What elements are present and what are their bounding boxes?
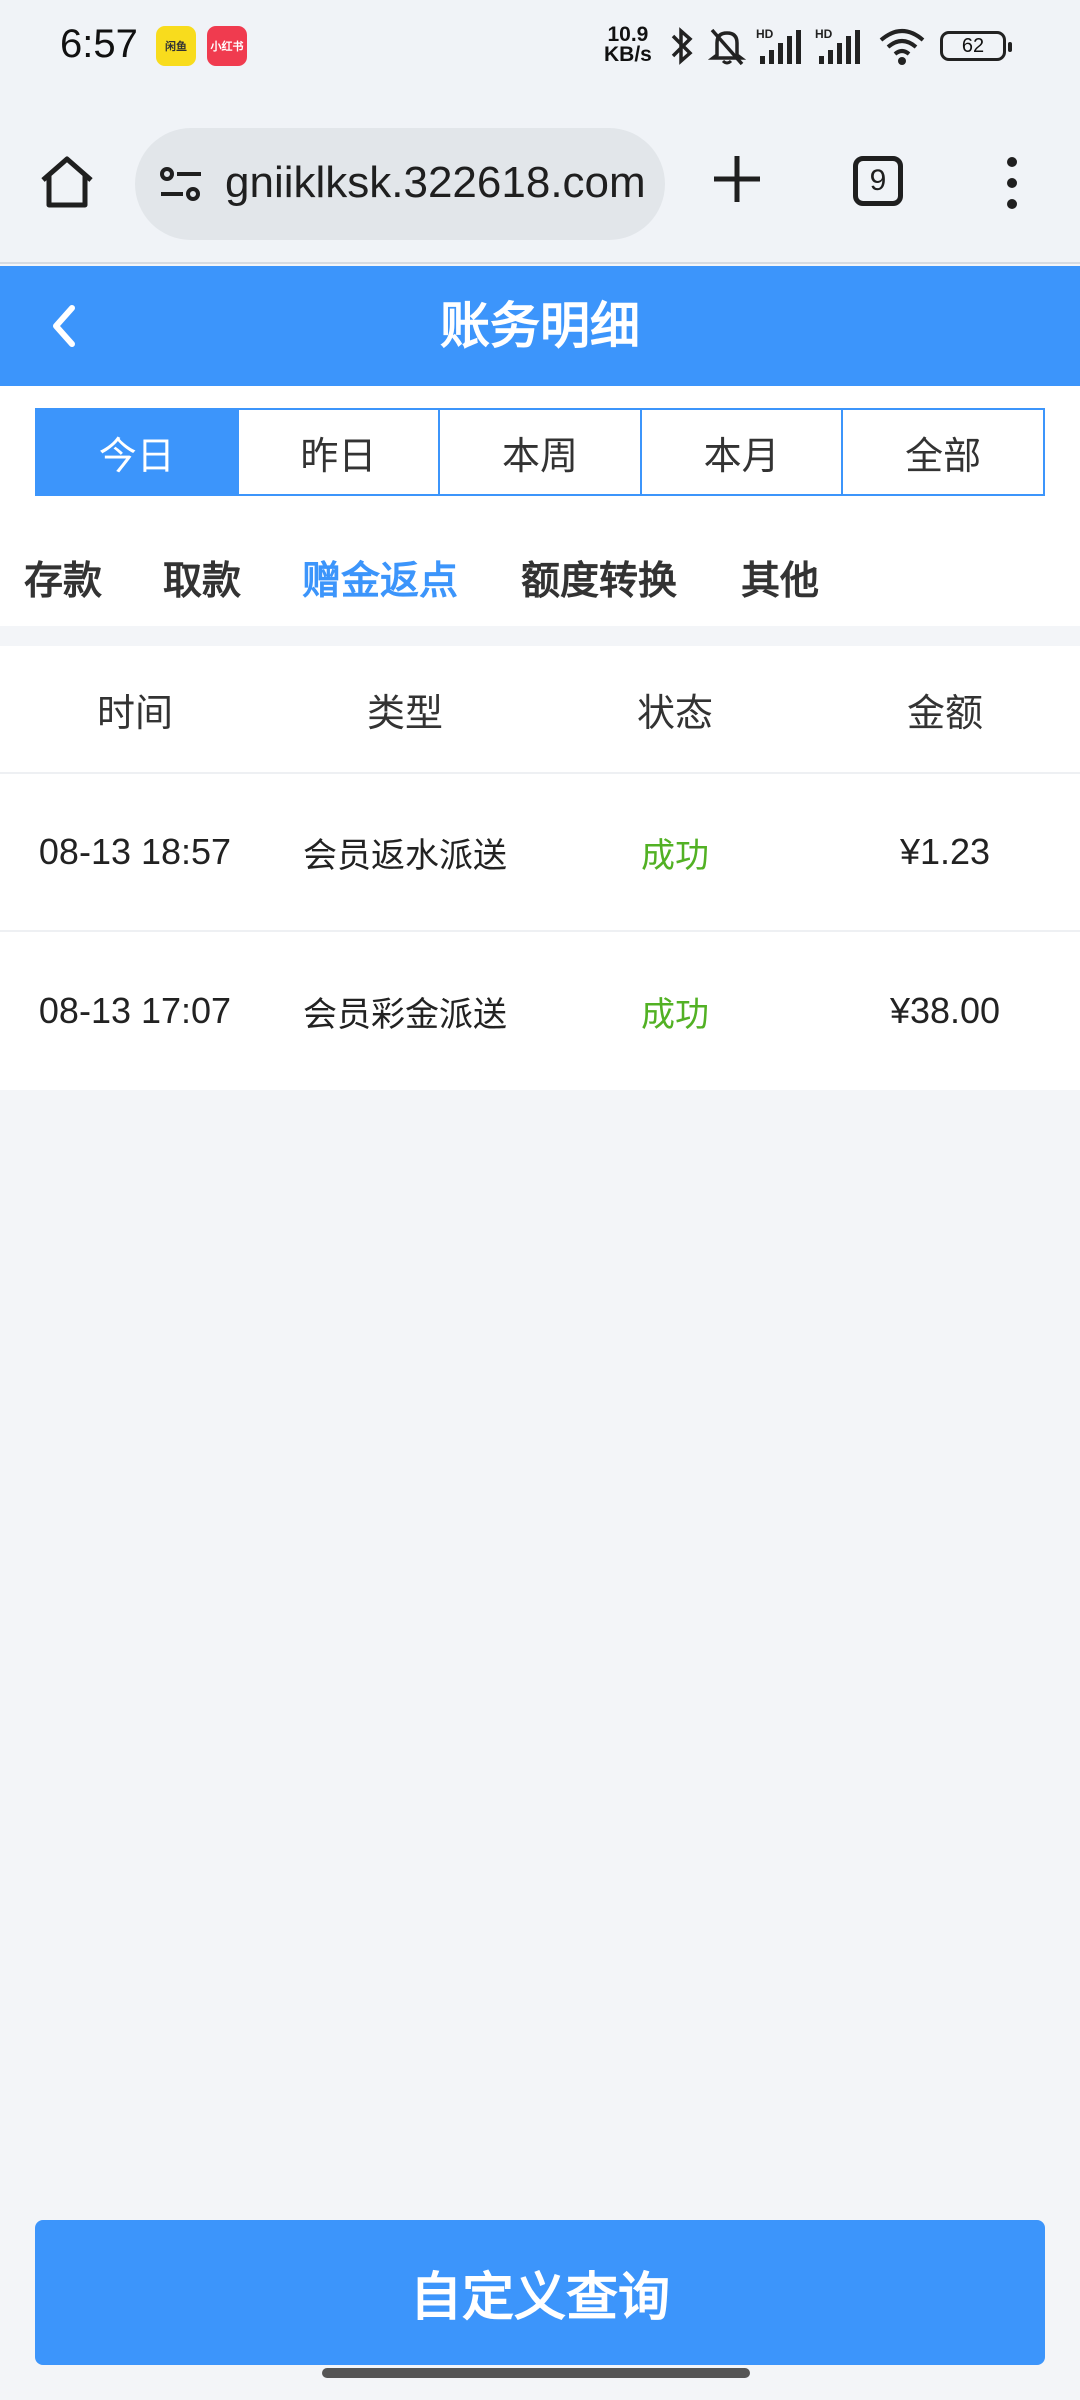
date-tab-this-week[interactable]: 本周: [438, 410, 640, 494]
mute-bell-icon: [708, 28, 746, 66]
records-table: 时间 类型 状态 金额 08-13 18:57 会员返水派送 成功 ¥1.23 …: [0, 646, 1080, 1090]
network-speed: 10.9 KB/s: [604, 23, 652, 66]
url-text: gniiklksk.322618.com: [225, 158, 646, 207]
category-tabs: 存款 取款 赠金返点 额度转换 其他: [0, 530, 1080, 626]
browser-toolbar: gniiklksk.322618.com 9: [0, 100, 1080, 264]
signal-2-icon: HD: [815, 27, 860, 64]
new-tab-icon[interactable]: [710, 152, 764, 206]
row-amount: ¥1.23: [899, 831, 991, 872]
category-tab-credit-transfer[interactable]: 额度转换: [521, 550, 677, 606]
page-header: 账务明细: [0, 266, 1080, 386]
status-bar: 6:57 闲鱼 小红书 10.9 KB/s HD HD 62: [0, 0, 1080, 100]
category-tab-bonus-rebate[interactable]: 赠金返点: [302, 550, 458, 606]
category-tab-withdraw[interactable]: 取款: [163, 550, 241, 606]
more-menu-icon[interactable]: [1000, 156, 1024, 210]
header-amount: 金额: [906, 690, 983, 735]
header-type: 类型: [366, 690, 443, 735]
row-time: 08-13 17:07: [38, 990, 232, 1031]
date-tabs: 今日 昨日 本周 本月 全部: [35, 408, 1045, 496]
network-speed-unit: KB/s: [604, 43, 652, 66]
table-row[interactable]: 08-13 18:57 会员返水派送 成功 ¥1.23: [0, 774, 1080, 932]
table-header: 时间 类型 状态 金额: [0, 646, 1080, 774]
date-tab-yesterday[interactable]: 昨日: [236, 410, 439, 494]
bluetooth-icon: [671, 27, 693, 65]
svg-text:HD: HD: [756, 27, 774, 41]
row-status: 成功: [641, 994, 709, 1035]
date-tab-all[interactable]: 全部: [841, 410, 1043, 494]
svg-text:HD: HD: [815, 27, 833, 41]
page-title: 账务明细: [440, 297, 640, 355]
gesture-navigation-bar[interactable]: [322, 2368, 750, 2378]
date-tab-this-month[interactable]: 本月: [639, 410, 842, 494]
category-tab-other[interactable]: 其他: [741, 550, 819, 606]
row-type: 会员返水派送: [303, 835, 507, 876]
table-row[interactable]: 08-13 17:07 会员彩金派送 成功 ¥38.00: [0, 932, 1080, 1090]
header-status: 状态: [636, 690, 713, 735]
header-time: 时间: [96, 690, 173, 735]
xianyu-app-icon: 闲鱼: [156, 26, 196, 66]
custom-query-button[interactable]: 自定义查询: [35, 2220, 1045, 2365]
site-settings-icon[interactable]: [157, 160, 205, 208]
tab-switcher-button[interactable]: 9: [853, 156, 903, 206]
home-icon[interactable]: [38, 154, 96, 210]
category-tab-deposit[interactable]: 存款: [24, 550, 102, 606]
date-tab-today[interactable]: 今日: [37, 410, 237, 494]
network-speed-value: 10.9: [607, 23, 649, 46]
row-status: 成功: [641, 835, 709, 876]
xiaohongshu-app-icon: 小红书: [207, 26, 247, 66]
row-type: 会员彩金派送: [303, 994, 507, 1035]
status-time: 6:57: [60, 22, 138, 66]
wifi-icon: [879, 29, 925, 65]
battery-indicator: 62: [940, 31, 1012, 61]
back-arrow-icon[interactable]: [45, 298, 81, 354]
address-bar[interactable]: gniiklksk.322618.com: [135, 128, 665, 240]
date-filter: 今日 昨日 本周 本月 全部: [0, 386, 1080, 530]
row-amount: ¥38.00: [889, 990, 1001, 1031]
signal-1-icon: HD: [756, 27, 801, 64]
row-time: 08-13 18:57: [38, 831, 232, 872]
